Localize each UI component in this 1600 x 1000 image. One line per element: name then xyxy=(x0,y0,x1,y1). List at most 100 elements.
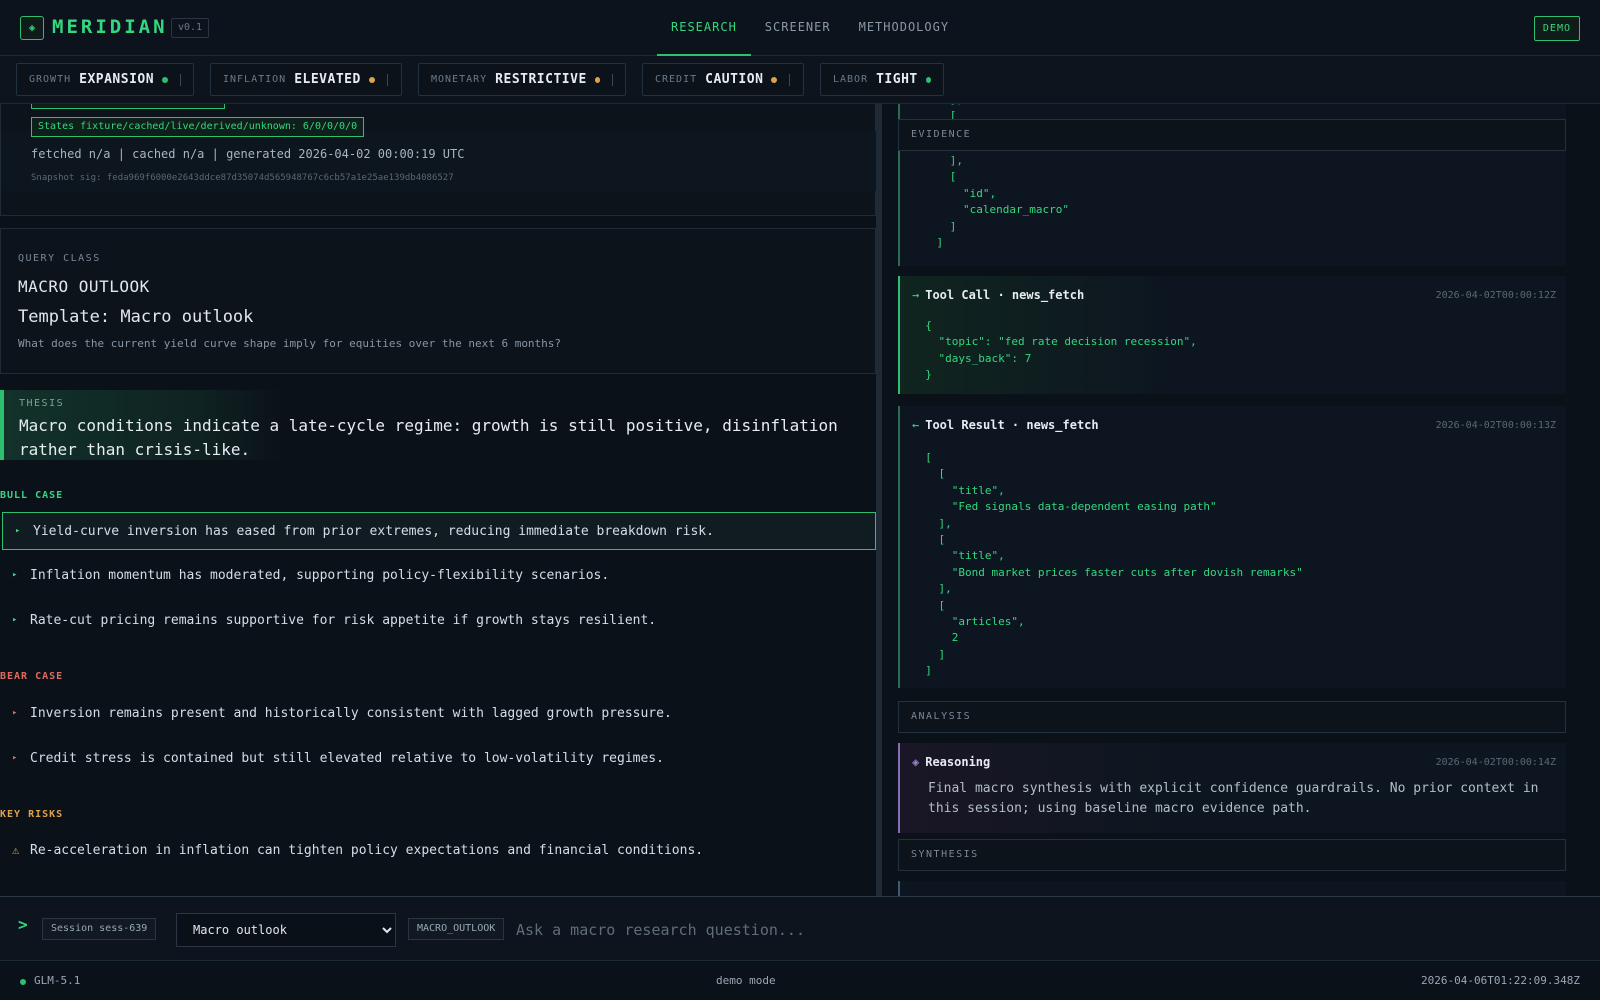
diamond-icon: ◈ xyxy=(912,755,920,769)
triangle-right-icon: ▸ xyxy=(12,708,18,718)
reasoning-card[interactable]: ◈ Reasoning 2026-04-02T00:00:14Z Final ma… xyxy=(898,743,1566,833)
risk-point-text: Re-acceleration in inflation can tighten… xyxy=(30,842,704,858)
triangle-right-icon: ▸ xyxy=(12,753,18,763)
tool-result-title: ← Tool Result · news_fetch xyxy=(912,418,1099,432)
chip-divider xyxy=(386,73,388,86)
regime-chip-growth[interactable]: GROWTH EXPANSION xyxy=(16,63,194,96)
model-name: GLM-5.1 xyxy=(34,974,81,987)
regime-value: EXPANSION xyxy=(79,72,155,87)
risk-point[interactable]: ⚠ Re-acceleration in inflation can tight… xyxy=(0,831,876,869)
bear-point[interactable]: ▸ Inversion remains present and historic… xyxy=(0,694,876,732)
query-class-chip: MACRO_OUTLOOK xyxy=(408,918,505,940)
tool-call-json: { "topic": "fed rate decision recession"… xyxy=(925,319,1197,382)
tool-call-title: → Tool Call · news_fetch xyxy=(912,288,1084,302)
bull-point[interactable]: ▸ Rate-cut pricing remains supportive fo… xyxy=(0,601,876,639)
status-dot-icon xyxy=(771,76,778,83)
regime-value: ELEVATED xyxy=(294,72,361,87)
tab-methodology[interactable]: METHODOLOGY xyxy=(845,0,963,56)
triangle-right-icon: ▸ xyxy=(12,570,18,580)
query-class-name: MACRO OUTLOOK xyxy=(18,277,150,296)
trace-panel[interactable]: ], [ EVIDENCE ], [ "id", "calendar_macro… xyxy=(882,104,1600,896)
key-risks-label: KEY RISKS xyxy=(0,809,64,820)
thesis-label: THESIS xyxy=(19,398,65,409)
triangle-right-icon: ▸ xyxy=(15,526,21,536)
research-panel[interactable]: States fixture/cached/live/derived/unkno… xyxy=(0,104,876,896)
prompt-icon: > xyxy=(18,915,28,934)
phase-label-evidence: EVIDENCE xyxy=(898,119,1566,151)
session-badge: Session sess-639 xyxy=(42,918,157,940)
bear-point-text: Inversion remains present and historical… xyxy=(30,705,672,721)
query-class-card: QUERY CLASS MACRO OUTLOOK Template: Macr… xyxy=(0,228,876,374)
chip-divider xyxy=(789,73,791,86)
bull-point-text: Rate-cut pricing remains supportive for … xyxy=(30,612,657,628)
bear-point-text: Credit stress is contained but still ele… xyxy=(30,750,664,766)
query-class-label: QUERY CLASS xyxy=(18,253,101,264)
status-bar: GLM-5.1 demo mode 2026-04-06T01:22:09.34… xyxy=(0,961,1600,1000)
regime-value: TIGHT xyxy=(876,72,918,87)
bull-point-text: Yield-curve inversion has eased from pri… xyxy=(33,523,714,539)
regime-label: GROWTH xyxy=(29,74,72,85)
arrow-left-icon: ← xyxy=(912,418,920,432)
reasoning-title: ◈ Reasoning xyxy=(912,755,990,769)
bull-point[interactable]: ▸ Yield-curve inversion has eased from p… xyxy=(2,512,876,550)
snapshot-meta-card: States fixture/cached/live/derived/unkno… xyxy=(0,104,876,216)
bull-point[interactable]: ▸ Inflation momentum has moderated, supp… xyxy=(0,556,876,594)
thesis-line: rather than crisis-like. xyxy=(19,440,251,459)
tool-result-json: [ [ "title", "Fed signals data-dependent… xyxy=(925,451,1303,678)
phase-label-synthesis: SYNTHESIS xyxy=(898,839,1566,871)
command-bar: > Session sess-639 Macro outlook MACRO_O… xyxy=(0,896,1600,961)
bull-case-label: BULL CASE xyxy=(0,490,64,501)
tool-call-card[interactable]: → Tool Call · news_fetch 2026-04-02T00:00… xyxy=(898,276,1566,394)
regime-value: RESTRICTIVE xyxy=(495,72,587,87)
chip-divider xyxy=(180,73,181,86)
phase-label-analysis: ANALYSIS xyxy=(898,701,1566,733)
regime-value: CAUTION xyxy=(705,72,764,87)
regime-label: MONETARY xyxy=(431,74,488,85)
reasoning-name: Reasoning xyxy=(925,755,991,769)
model-status-dot-icon xyxy=(20,979,26,985)
warning-icon: ⚠ xyxy=(12,843,20,857)
triangle-right-icon: ▸ xyxy=(12,615,18,625)
tool-call-time: 2026-04-02T00:00:12Z xyxy=(1435,290,1556,301)
reasoning-time: 2026-04-02T00:00:14Z xyxy=(1435,757,1556,768)
template-select[interactable]: Macro outlook xyxy=(176,913,396,947)
reasoning-text: Final macro synthesis with explicit conf… xyxy=(928,781,1539,816)
tool-result-name: Tool Result · news_fetch xyxy=(925,418,1099,432)
bear-case-label: BEAR CASE xyxy=(0,671,64,682)
arrow-right-icon: → xyxy=(912,288,920,302)
tab-screener[interactable]: SCREENER xyxy=(751,0,845,56)
snapshot-badge-clipped xyxy=(31,104,225,109)
brand-name: MERIDIAN xyxy=(52,16,168,38)
synthesis-card-clipped xyxy=(898,881,1566,896)
regime-chip-monetary[interactable]: MONETARY RESTRICTIVE xyxy=(418,63,626,96)
status-dot-icon xyxy=(368,76,375,83)
bull-point-text: Inflation momentum has moderated, suppor… xyxy=(30,567,610,583)
bear-point[interactable]: ▸ Credit stress is contained but still e… xyxy=(0,739,876,777)
status-dot-icon xyxy=(594,76,601,83)
regime-chip-labor[interactable]: LABOR TIGHT xyxy=(820,63,944,96)
status-dot-icon xyxy=(162,76,169,83)
regime-label: LABOR xyxy=(833,74,869,85)
fetch-times: fetched n/a | cached n/a | generated 202… xyxy=(31,147,465,161)
tool-call-name: Tool Call · news_fetch xyxy=(925,288,1085,302)
app-header: ◈ MERIDIAN v0.1 RESEARCH SCREENER METHOD… xyxy=(0,0,1600,56)
regime-chip-inflation[interactable]: INFLATION ELEVATED xyxy=(210,63,402,96)
thesis-text: Macro conditions indicate a late-cycle r… xyxy=(19,414,876,462)
status-dot-icon xyxy=(925,76,931,83)
tool-result-card[interactable]: ← Tool Result · news_fetch 2026-04-02T00:… xyxy=(898,406,1566,688)
clock-readout: 2026-04-06T01:22:09.348Z xyxy=(1421,974,1580,987)
chip-divider xyxy=(612,73,613,86)
thesis-line: Macro conditions indicate a late-cycle r… xyxy=(19,416,838,435)
regime-chip-credit[interactable]: CREDIT CAUTION xyxy=(642,63,804,96)
regime-label: CREDIT xyxy=(655,74,698,85)
evidence-json-block: ], [ "id", "calendar_macro" ] ] xyxy=(898,151,1566,266)
json-fragment: ], [ "id", "calendar_macro" ] ] xyxy=(936,154,1069,250)
question-input[interactable] xyxy=(508,913,1578,947)
evidence-json-top: ], [ xyxy=(898,104,1566,122)
regime-label: INFLATION xyxy=(223,74,287,85)
version-badge: v0.1 xyxy=(171,18,210,38)
tool-result-time: 2026-04-02T00:00:13Z xyxy=(1435,420,1556,431)
tab-research[interactable]: RESEARCH xyxy=(657,0,751,56)
demo-button[interactable]: DEMO xyxy=(1533,16,1580,41)
logo-icon: ◈ xyxy=(20,16,44,40)
